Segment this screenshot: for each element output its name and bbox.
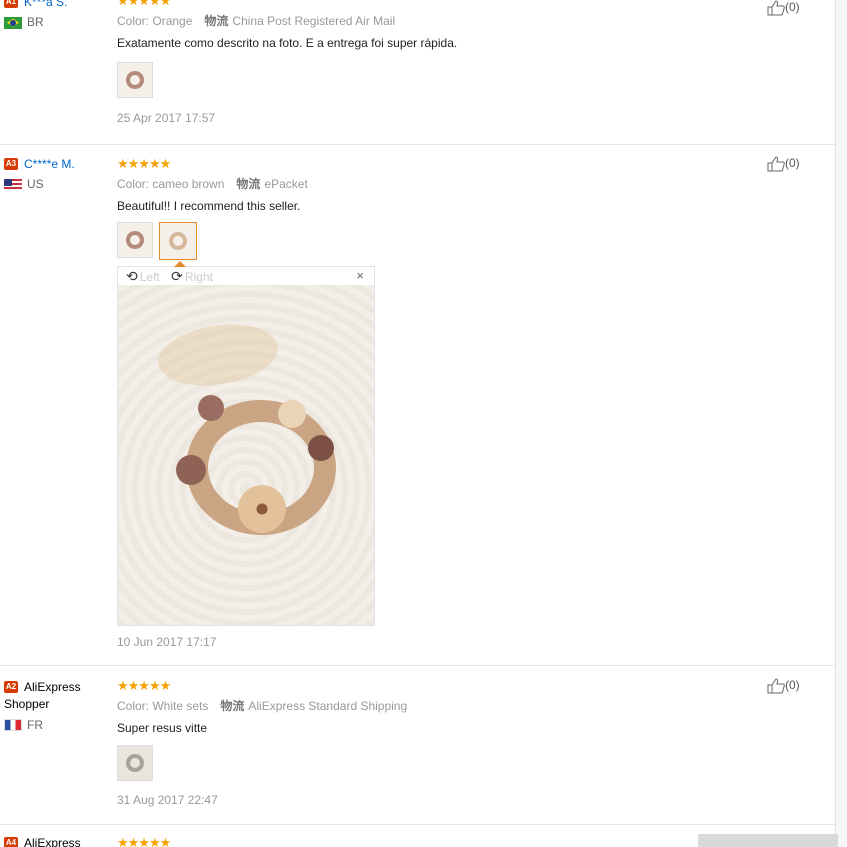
rotate-left-icon[interactable]: ⟲ bbox=[126, 268, 138, 284]
shipping-label: 物流 bbox=[220, 699, 245, 713]
like-button[interactable]: (0) bbox=[767, 0, 800, 16]
rotate-right-icon[interactable]: ⟳ bbox=[171, 268, 183, 284]
reviewer-name[interactable]: K***a S. bbox=[24, 0, 67, 9]
shipping-label: 物流 bbox=[204, 14, 229, 28]
scrollbar[interactable] bbox=[835, 0, 847, 847]
like-count: (0) bbox=[785, 0, 800, 15]
review-photos bbox=[117, 62, 717, 100]
close-icon[interactable]: × bbox=[356, 267, 364, 285]
brazil-flag-icon bbox=[4, 16, 22, 29]
star-rating: ★★★★★ bbox=[117, 835, 171, 847]
reviewer-info: A4 AliExpress bbox=[4, 835, 109, 847]
reviewer-info: A3 C****e M. US bbox=[4, 156, 109, 191]
like-count: (0) bbox=[785, 156, 800, 171]
review-photos bbox=[117, 222, 717, 260]
review-meta: Color: Orange 物流 China Post Registered Air… bbox=[117, 12, 717, 29]
review-item: A2 AliExpress Shopper FR ★★★★★ Color: Whi… bbox=[0, 666, 836, 825]
review-photo-thumb[interactable] bbox=[117, 62, 153, 98]
ribbon-image bbox=[152, 310, 284, 400]
review-item: A3 C****e M. US ★★★★★ Color: cameo brown 物… bbox=[0, 144, 836, 666]
review-photo-thumb-selected[interactable] bbox=[159, 222, 197, 260]
review-content: ★★★★★ Color: Orange 物流 China Post Register… bbox=[117, 0, 717, 125]
thumbs-up-icon bbox=[767, 678, 785, 694]
review-text: Exatamente como descrito na foto. E a en… bbox=[117, 36, 458, 50]
reviewer-name[interactable]: C****e M. bbox=[24, 157, 75, 171]
star-rating: ★★★★★ bbox=[117, 0, 171, 8]
level-badge: A3 bbox=[4, 157, 18, 170]
star-rating: ★★★★★ bbox=[117, 678, 171, 693]
wreath-image bbox=[169, 232, 187, 250]
rotate-right-button[interactable]: Right bbox=[185, 270, 213, 284]
review-feed: A1 K***a S. BR ★★★★★ Color: Orange 物流 China… bbox=[0, 0, 836, 847]
reviewer-info: A1 K***a S. BR bbox=[4, 0, 109, 29]
shipping-value: AliExpress Standard Shipping bbox=[248, 699, 408, 713]
level-badge: A4 bbox=[4, 836, 18, 847]
review-date: 10 Jun 2017 17:17 bbox=[117, 635, 217, 649]
like-button[interactable]: (0) bbox=[767, 678, 800, 694]
shipping-value: ePacket bbox=[264, 177, 308, 191]
review-text: Beautiful!! I recommend this seller. bbox=[117, 199, 301, 213]
reviewer-country: US bbox=[4, 177, 109, 191]
thumbs-up-icon bbox=[767, 156, 785, 172]
review-date: 31 Aug 2017 22:47 bbox=[117, 793, 218, 807]
review-photo-thumb[interactable] bbox=[117, 745, 153, 781]
review-content: ★★★★★ bbox=[117, 836, 717, 847]
review-photo-large bbox=[118, 285, 374, 625]
viewer-toolbar: ⟲ Left ⟳ Right × bbox=[118, 267, 374, 285]
star-rating: ★★★★★ bbox=[117, 156, 171, 171]
photo-viewer: ⟲ Left ⟳ Right × bbox=[117, 261, 375, 626]
shipping-label: 物流 bbox=[236, 177, 261, 191]
review-photos bbox=[117, 745, 717, 783]
review-meta: Color: White sets 物流 AliExpress Standard S… bbox=[117, 697, 717, 714]
shipping-value: China Post Registered Air Mail bbox=[232, 14, 396, 28]
review-content: ★★★★★ Color: White sets 物流 AliExpress Stan… bbox=[117, 679, 717, 807]
flower-image bbox=[308, 435, 334, 461]
color-label: Color: bbox=[117, 177, 150, 191]
scrollbar-thumb[interactable] bbox=[836, 0, 847, 847]
wreath-image bbox=[126, 231, 144, 249]
floating-bar bbox=[698, 834, 838, 847]
flower-image bbox=[198, 395, 224, 421]
rotate-left-button[interactable]: Left bbox=[140, 270, 160, 284]
level-badge: A2 bbox=[4, 680, 18, 693]
review-text: Super resus vitte bbox=[117, 721, 208, 735]
flower-image bbox=[238, 485, 286, 533]
level-badge: A1 bbox=[4, 0, 18, 8]
reviewer-country: BR bbox=[4, 15, 109, 29]
reviewer-name: AliExpress bbox=[24, 835, 81, 847]
review-date: 25 Apr 2017 17:57 bbox=[117, 111, 216, 125]
reviewer-info: A2 AliExpress Shopper FR bbox=[4, 678, 104, 732]
france-flag-icon bbox=[4, 719, 22, 732]
color-label: Color: bbox=[117, 699, 150, 713]
color-value: Orange bbox=[152, 14, 193, 28]
like-count: (0) bbox=[785, 678, 800, 693]
review-photo-thumb[interactable] bbox=[117, 222, 153, 258]
thumbs-up-icon bbox=[767, 0, 785, 16]
color-value: White sets bbox=[152, 699, 209, 713]
review-content: ★★★★★ Color: cameo brown 物流 ePacket Beauti… bbox=[117, 157, 717, 649]
us-flag-icon bbox=[4, 178, 22, 191]
wreath-image bbox=[126, 71, 144, 89]
wreath-image bbox=[126, 754, 144, 772]
color-value: cameo brown bbox=[152, 177, 225, 191]
flower-image bbox=[176, 455, 206, 485]
color-label: Color: bbox=[117, 14, 150, 28]
flower-image bbox=[278, 400, 306, 428]
review-meta: Color: cameo brown 物流 ePacket bbox=[117, 175, 717, 192]
review-item: A1 K***a S. BR ★★★★★ Color: Orange 物流 China… bbox=[0, 0, 836, 145]
like-button[interactable]: (0) bbox=[767, 156, 800, 172]
reviewer-country: FR bbox=[4, 718, 104, 732]
